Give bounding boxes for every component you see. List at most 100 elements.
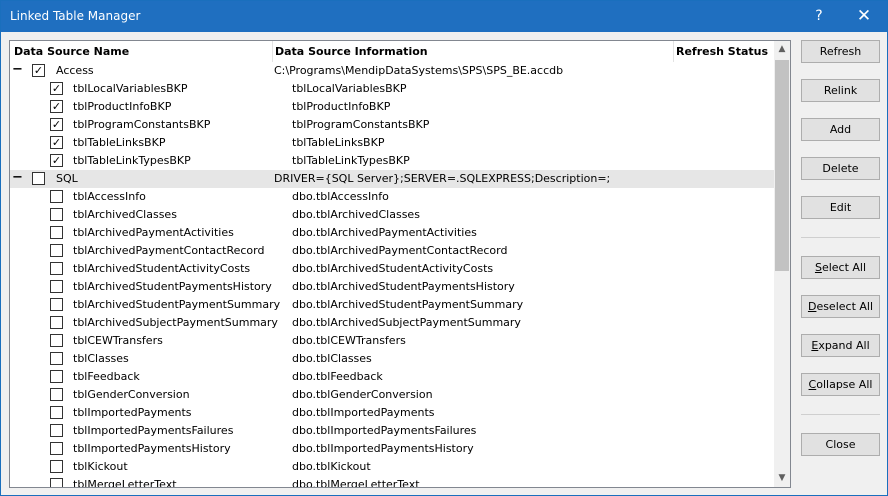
table-row[interactable]: tblArchivedSubjectPaymentSummary dbo.tblA… [10, 314, 774, 332]
button-label: ollapse All [816, 378, 873, 391]
table-checkbox[interactable] [50, 442, 63, 455]
table-row[interactable]: tblCEWTransfers dbo.tblCEWTransfers [10, 332, 774, 350]
table-checkbox[interactable] [50, 370, 63, 383]
table-checkbox[interactable] [50, 316, 63, 329]
collapse-toggle-icon[interactable]: − [12, 171, 24, 185]
table-checkbox[interactable] [50, 244, 63, 257]
select-all-button[interactable]: Select All [801, 256, 880, 279]
table-name: tblArchivedStudentActivityCosts [73, 262, 251, 275]
linked-tables-list[interactable]: Data Source Name Data Source Information… [9, 40, 791, 488]
table-checkbox[interactable] [50, 190, 63, 203]
table-checkbox[interactable] [50, 226, 63, 239]
table-row[interactable]: ✓ tblTableLinkTypesBKP tblTableLinkTypesBK… [10, 152, 774, 170]
table-info: dbo.tblFeedback [292, 370, 383, 383]
table-info: tblTableLinkTypesBKP [292, 154, 410, 167]
table-name: tblCEWTransfers [73, 334, 163, 347]
group-row[interactable]: − SQL DRIVER={SQL Server};SERVER=.SQLEXPRE… [10, 170, 774, 188]
table-name: tblTableLinksBKP [73, 136, 166, 149]
table-checkbox[interactable]: ✓ [50, 82, 63, 95]
column-separator[interactable] [673, 41, 674, 62]
button-label: elect All [821, 261, 867, 274]
group-row[interactable]: − ✓ Access C:\Programs\MendipDataSystems\SP… [10, 62, 774, 80]
table-name: tblArchivedStudentPaymentsHistory [73, 280, 272, 293]
scroll-thumb[interactable] [775, 60, 789, 271]
scroll-down-icon[interactable]: ▼ [774, 470, 790, 487]
table-row[interactable]: tblArchivedPaymentActivities dbo.tblArchi… [10, 224, 774, 242]
table-row[interactable]: tblClasses dbo.tblClasses [10, 350, 774, 368]
expand-all-button[interactable]: Expand All [801, 334, 880, 357]
button-divider [801, 414, 880, 415]
checkmark-icon: ✓ [51, 154, 62, 167]
table-name: tblProgramConstantsBKP [73, 118, 211, 131]
table-info: dbo.tblArchivedSubjectPaymentSummary [292, 316, 521, 329]
table-row[interactable]: tblFeedback dbo.tblFeedback [10, 368, 774, 386]
group-checkbox[interactable] [32, 172, 45, 185]
table-row[interactable]: tblArchivedStudentActivityCosts dbo.tblAr… [10, 260, 774, 278]
table-info: dbo.tblArchivedStudentPaymentSummary [292, 298, 524, 311]
help-button[interactable]: ? [797, 1, 841, 32]
group-checkbox[interactable]: ✓ [32, 64, 45, 77]
table-name: tblKickout [73, 460, 128, 473]
table-info: tblLocalVariablesBKP [292, 82, 407, 95]
title-bar: Linked Table Manager ? ✕ [1, 1, 887, 32]
table-row[interactable]: ✓ tblTableLinksBKP tblTableLinksBKP [10, 134, 774, 152]
table-row[interactable]: tblArchivedStudentPaymentsHistory dbo.tbl… [10, 278, 774, 296]
table-info: dbo.tblArchivedClasses [292, 208, 420, 221]
table-checkbox[interactable] [50, 388, 63, 401]
column-header-status[interactable]: Refresh Status [676, 45, 768, 58]
table-name: tblImportedPayments [73, 406, 192, 419]
column-header-info[interactable]: Data Source Information [275, 45, 428, 58]
table-checkbox[interactable] [50, 478, 63, 487]
close-window-button[interactable]: ✕ [841, 1, 887, 32]
table-row[interactable]: tblImportedPaymentsFailures dbo.tblImport… [10, 422, 774, 440]
table-checkbox[interactable] [50, 334, 63, 347]
table-checkbox[interactable]: ✓ [50, 136, 63, 149]
table-checkbox[interactable] [50, 424, 63, 437]
column-header-name[interactable]: Data Source Name [14, 45, 129, 58]
table-info: dbo.tblImportedPaymentsFailures [292, 424, 477, 437]
deselect-all-button[interactable]: Deselect All [801, 295, 880, 318]
table-row[interactable]: ✓ tblLocalVariablesBKP tblLocalVariablesBK… [10, 80, 774, 98]
table-checkbox[interactable] [50, 298, 63, 311]
table-info: dbo.tblMergeLetterText [292, 478, 420, 487]
table-rows: − ✓ Access C:\Programs\MendipDataSystems\SP… [10, 62, 774, 487]
table-row[interactable]: tblImportedPayments dbo.tblImportedPaymen… [10, 404, 774, 422]
table-row[interactable]: tblImportedPaymentsHistory dbo.tblImporte… [10, 440, 774, 458]
table-checkbox[interactable] [50, 262, 63, 275]
table-checkbox[interactable] [50, 406, 63, 419]
table-row[interactable]: tblArchivedStudentPaymentSummary dbo.tblA… [10, 296, 774, 314]
table-row[interactable]: ✓ tblProgramConstantsBKP tblProgramConstan… [10, 116, 774, 134]
table-checkbox[interactable]: ✓ [50, 154, 63, 167]
table-info: dbo.tblArchivedStudentPaymentsHistory [292, 280, 515, 293]
vertical-scrollbar[interactable]: ▲ ▼ [774, 41, 790, 487]
table-info: dbo.tblArchivedPaymentActivities [292, 226, 477, 239]
table-checkbox[interactable] [50, 460, 63, 473]
scroll-up-icon[interactable]: ▲ [774, 41, 790, 58]
close-button[interactable]: Close [801, 433, 880, 456]
relink-button[interactable]: Relink [801, 79, 880, 102]
edit-button[interactable]: Edit [801, 196, 880, 219]
table-checkbox[interactable]: ✓ [50, 100, 63, 113]
table-info: dbo.tblAccessInfo [292, 190, 389, 203]
table-checkbox[interactable]: ✓ [50, 118, 63, 131]
table-name: tblFeedback [73, 370, 140, 383]
checkmark-icon: ✓ [51, 118, 62, 131]
column-separator[interactable] [272, 41, 273, 62]
table-checkbox[interactable] [50, 280, 63, 293]
table-row[interactable]: tblArchivedPaymentContactRecord dbo.tblAr… [10, 242, 774, 260]
table-row[interactable]: tblArchivedClasses dbo.tblArchivedClasses [10, 206, 774, 224]
table-row[interactable]: tblGenderConversion dbo.tblGenderConversi… [10, 386, 774, 404]
table-row[interactable]: tblAccessInfo dbo.tblAccessInfo [10, 188, 774, 206]
collapse-all-button[interactable]: Collapse All [801, 373, 880, 396]
table-checkbox[interactable] [50, 208, 63, 221]
collapse-toggle-icon[interactable]: − [12, 63, 24, 77]
add-button[interactable]: Add [801, 118, 880, 141]
table-info: dbo.tblArchivedPaymentContactRecord [292, 244, 508, 257]
table-checkbox[interactable] [50, 352, 63, 365]
refresh-button[interactable]: Refresh [801, 40, 880, 63]
table-row[interactable]: tblKickout dbo.tblKickout [10, 458, 774, 476]
group-name: SQL [56, 172, 78, 185]
table-row[interactable]: ✓ tblProductInfoBKP tblProductInfoBKP [10, 98, 774, 116]
table-row[interactable]: tblMergeLetterText dbo.tblMergeLetterText [10, 476, 774, 487]
delete-button[interactable]: Delete [801, 157, 880, 180]
